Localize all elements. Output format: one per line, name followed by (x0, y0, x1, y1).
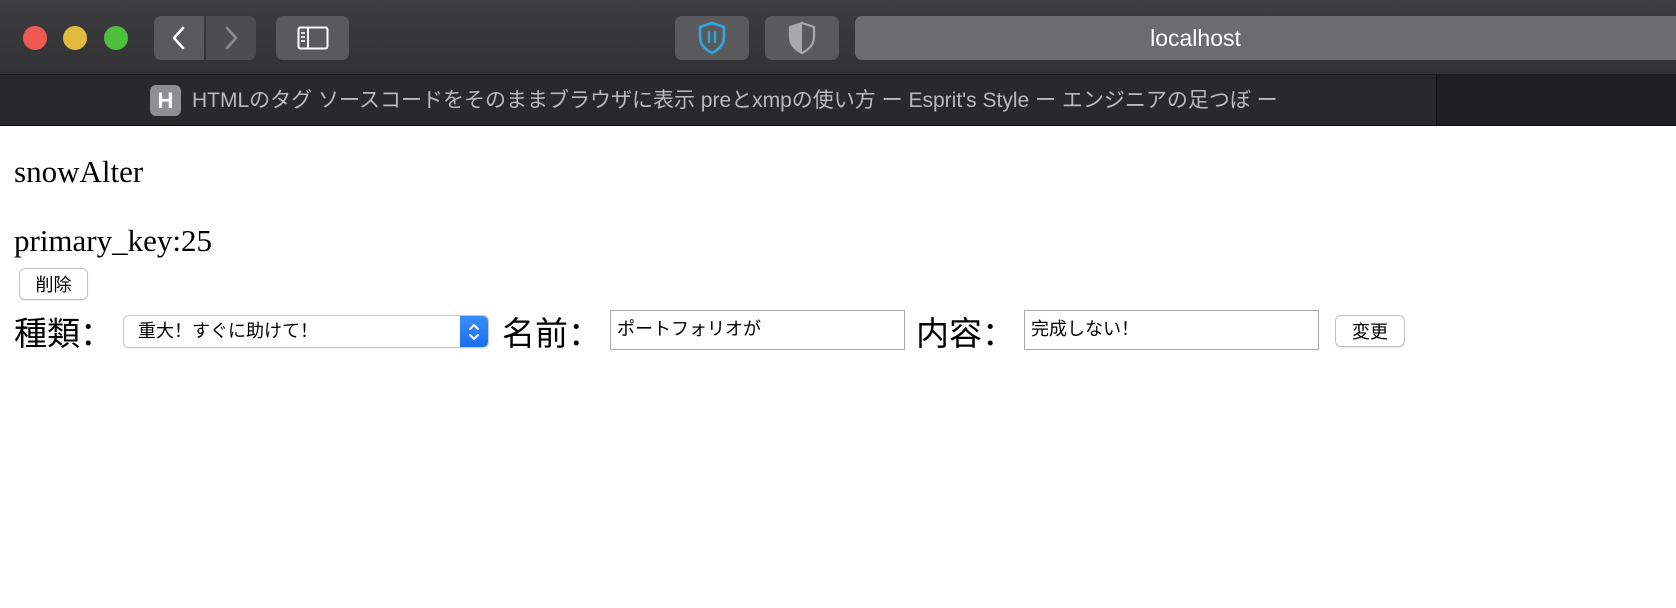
address-bar[interactable]: localhost (855, 16, 1676, 60)
address-text: localhost (1150, 24, 1241, 51)
page-content: snowAlter primary_key:25 削除 種類： 重大！すぐに助け… (0, 126, 1676, 608)
tab-title: HTMLのタグ ソースコードをそのままブラウザに表示 preとxmpの使い方 ー… (192, 89, 1278, 112)
tab-bar: H HTMLのタグ ソースコードをそのままブラウザに表示 preとxmpの使い方… (0, 75, 1676, 126)
shield-half-icon (788, 21, 816, 55)
kind-select[interactable]: 重大！すぐに助けて！ (123, 315, 489, 348)
name-label: 名前： (502, 317, 601, 353)
kind-label: 種類： (14, 317, 113, 353)
content-input[interactable]: 完成しない！ (1024, 310, 1319, 350)
delete-button[interactable]: 削除 (19, 268, 88, 300)
close-window-button[interactable] (23, 26, 47, 50)
sidebar-icon (297, 26, 328, 50)
chevron-right-icon (225, 26, 238, 50)
extension-shield-button[interactable] (765, 16, 839, 60)
chevron-left-icon (172, 26, 185, 50)
sidebar-toggle-button[interactable] (276, 16, 349, 60)
content-label: 内容： (916, 317, 1015, 353)
kind-select-value: 重大！すぐに助けて！ (138, 321, 318, 342)
change-button[interactable]: 変更 (1335, 315, 1405, 347)
page-heading: snowAlter (14, 154, 144, 189)
favicon-icon: H (150, 85, 181, 116)
zoom-window-button[interactable] (104, 26, 128, 50)
select-arrows-icon (460, 316, 488, 347)
tab-bar-empty-area[interactable] (1437, 75, 1676, 125)
browser-toolbar: localhost (0, 0, 1676, 75)
name-input[interactable]: ポートフォリオが (610, 310, 905, 350)
forward-button[interactable] (206, 16, 256, 60)
back-button[interactable] (154, 16, 204, 60)
shield-pause-icon (698, 21, 726, 55)
primary-key-text: primary_key:25 (14, 223, 213, 258)
active-tab[interactable]: H HTMLのタグ ソースコードをそのままブラウザに表示 preとxmpの使い方… (0, 75, 1437, 125)
browser-window: localhost H HTMLのタグ ソースコードをそのままブラウザに表示 p… (0, 0, 1676, 608)
navigation-buttons (154, 16, 256, 60)
minimize-window-button[interactable] (63, 26, 87, 50)
extension-shield-pause-button[interactable] (675, 16, 749, 60)
